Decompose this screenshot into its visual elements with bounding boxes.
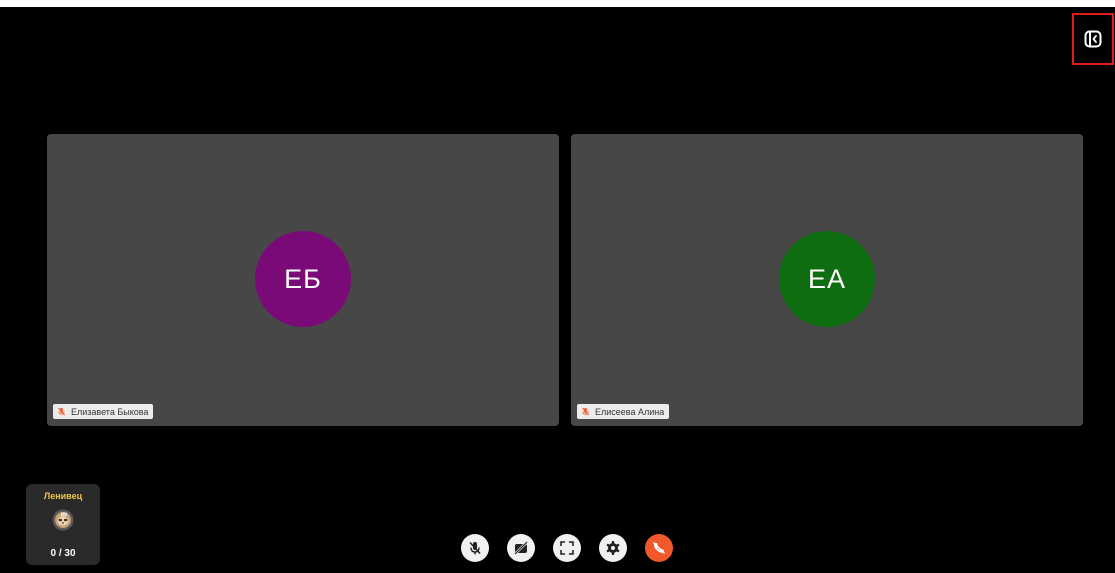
participant-name-tag: Елизавета Быкова: [53, 404, 154, 419]
game-widget[interactable]: Ленивец 0 / 30: [26, 484, 100, 565]
fullscreen-icon: [560, 541, 574, 555]
settings-button[interactable]: [599, 534, 627, 562]
mic-toggle-button[interactable]: [461, 534, 489, 562]
game-title: Ленивец: [43, 491, 83, 501]
panel-collapse-icon: [1084, 30, 1102, 48]
participant-tile[interactable]: ЕБ Елизавета Быкова: [47, 134, 559, 426]
hang-up-icon: [652, 541, 666, 555]
gear-icon: [606, 541, 620, 555]
participant-name: Елисеева Алина: [595, 406, 665, 417]
participant-name: Елизавета Быкова: [71, 406, 149, 417]
panel-toggle-button[interactable]: [1072, 13, 1114, 65]
video-call-screen: ЕБ Елизавета Быкова ЕА Елисеева Алина Ле…: [0, 0, 1115, 573]
end-call-button[interactable]: [645, 534, 673, 562]
call-controls: [461, 534, 675, 562]
mic-muted-icon: [57, 407, 66, 416]
game-progress-count: 0 / 30: [50, 548, 76, 559]
camera-off-icon: [514, 541, 528, 555]
avatar-initials: ЕА: [807, 263, 847, 294]
top-border: [0, 0, 1115, 7]
mic-muted-icon: [581, 407, 590, 416]
participant-tile[interactable]: ЕА Елисеева Алина: [571, 134, 1083, 426]
fullscreen-button[interactable]: [553, 534, 581, 562]
participant-avatar: ЕБ: [255, 231, 351, 327]
camera-toggle-button[interactable]: [507, 534, 535, 562]
avatar-initials: ЕБ: [284, 263, 322, 294]
sloth-icon: [52, 509, 74, 531]
mic-off-icon: [469, 541, 481, 555]
participant-avatar: ЕА: [779, 231, 875, 327]
participant-name-tag: Елисеева Алина: [577, 404, 670, 419]
